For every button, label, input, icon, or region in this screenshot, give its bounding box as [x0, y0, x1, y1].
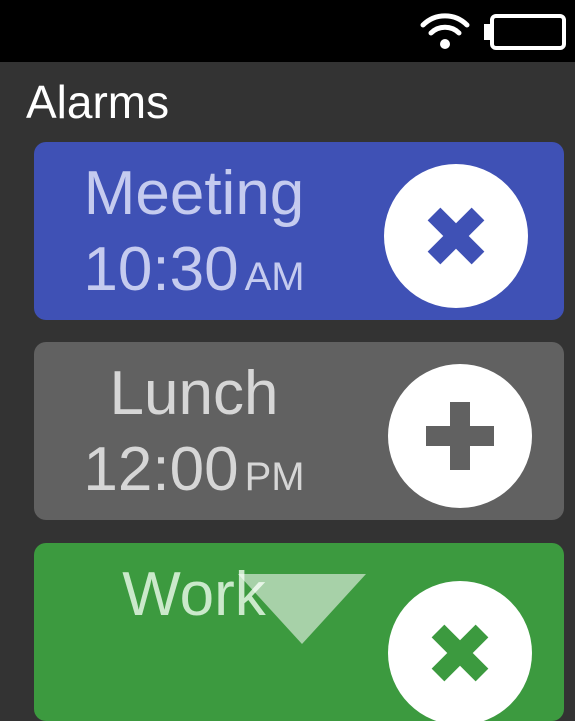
alarm-card-text: Lunch 12:00 PM: [34, 356, 354, 515]
alarm-time-row: 12:00 PM: [34, 432, 354, 515]
plus-icon: [426, 402, 494, 470]
close-icon: [427, 207, 485, 265]
alarm-ampm: AM: [244, 255, 305, 299]
alarm-time: 10:30: [83, 235, 239, 304]
status-bar: [0, 0, 575, 62]
add-alarm-button[interactable]: [388, 364, 532, 508]
remove-alarm-button[interactable]: [388, 581, 532, 721]
scroll-down-arrow-icon[interactable]: [238, 574, 366, 644]
close-icon: [431, 624, 489, 682]
battery-icon: [484, 14, 566, 50]
wifi-icon: [420, 13, 470, 49]
alarm-card-meeting[interactable]: Meeting 10:30 AM: [34, 142, 564, 320]
alarm-ampm: PM: [244, 455, 305, 499]
remove-alarm-button[interactable]: [384, 164, 528, 308]
page-title: Alarms: [26, 76, 170, 128]
alarm-card-lunch[interactable]: Lunch 12:00 PM: [34, 342, 564, 520]
alarm-time: 12:00: [83, 435, 239, 504]
alarm-card-text: Meeting 10:30 AM: [34, 156, 354, 315]
alarm-name: Lunch: [109, 359, 279, 428]
alarm-time-row: 10:30 AM: [34, 232, 354, 315]
alarm-name: Meeting: [83, 159, 305, 228]
